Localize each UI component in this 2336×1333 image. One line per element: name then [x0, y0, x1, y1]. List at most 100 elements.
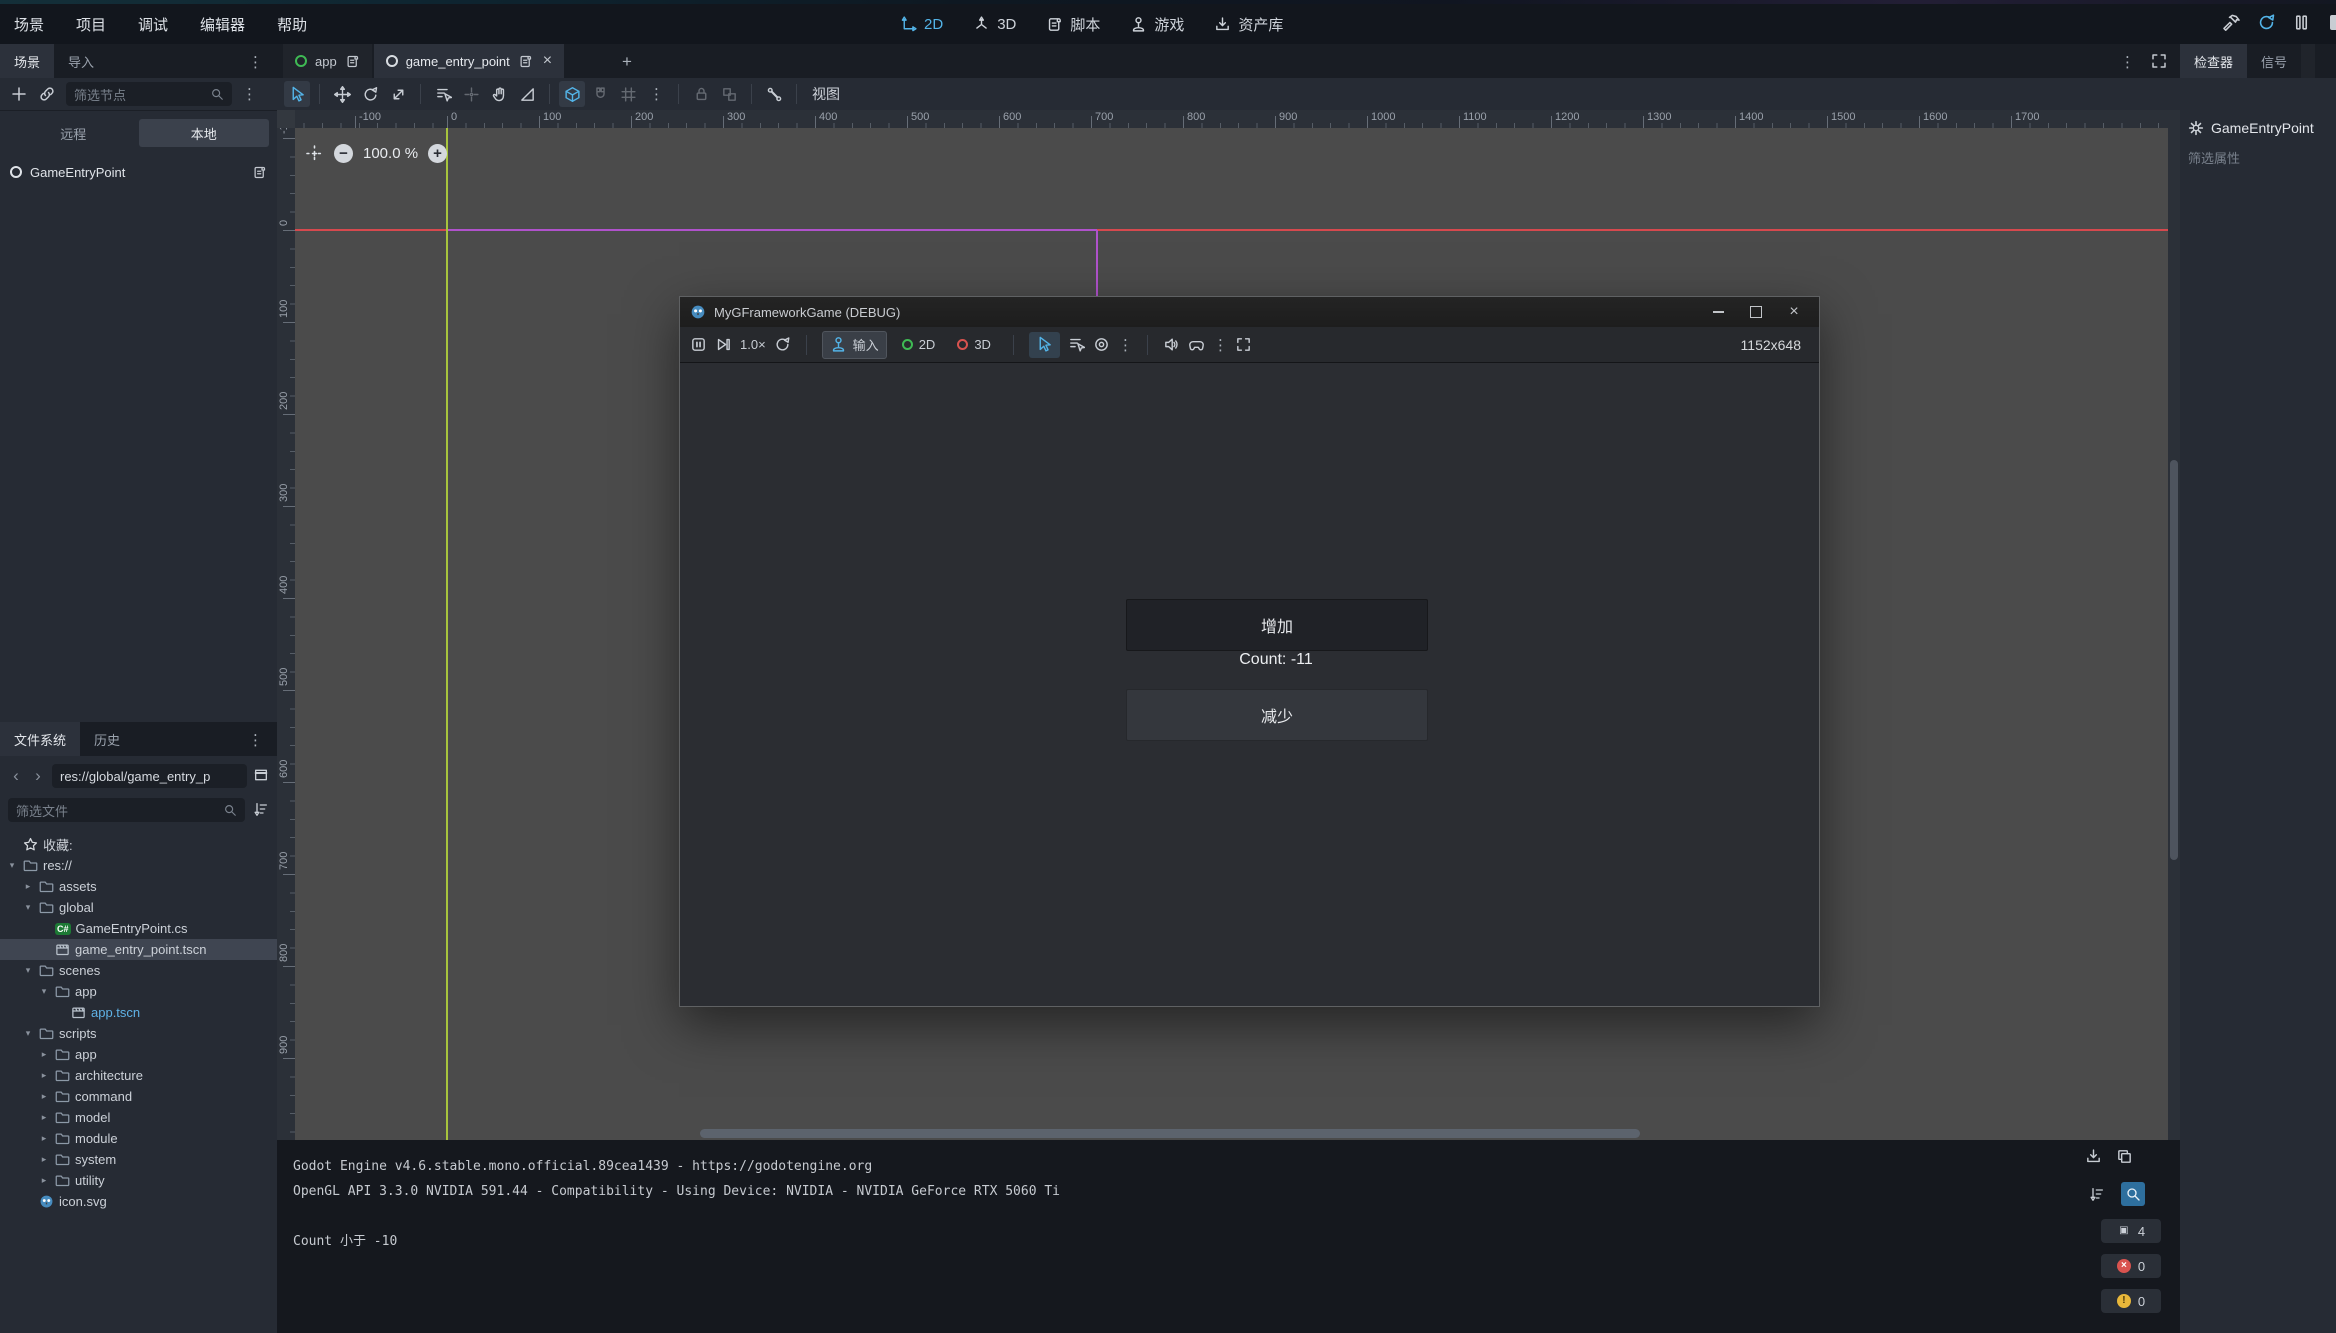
workspace-游戏[interactable]: 游戏 [1130, 14, 1184, 35]
file-tree-item[interactable]: ▾res:// [0, 855, 277, 876]
tree-right-arrow-icon[interactable]: ▸ [38, 1154, 50, 1165]
close-tab-icon[interactable]: × [543, 52, 552, 70]
input-mode-button[interactable]: 输入 [822, 331, 887, 359]
tool-hand-button[interactable] [486, 81, 512, 107]
badge-warnings[interactable]: !0 [2101, 1289, 2161, 1313]
game-speed-label[interactable]: 1.0× [740, 337, 766, 352]
workspace-脚本[interactable]: 脚本 [1046, 14, 1100, 35]
embed-fullscreen-icon[interactable] [1235, 336, 1252, 353]
file-tree-item[interactable]: ▸module [0, 1128, 277, 1149]
current-path-field[interactable]: res://global/game_entry_p [52, 764, 247, 788]
tool-rulertri-button[interactable] [514, 81, 540, 107]
local-button[interactable]: 本地 [139, 119, 270, 147]
run-pause-button[interactable] [2292, 13, 2311, 35]
tree-down-arrow-icon[interactable]: ▾ [38, 986, 50, 997]
scene-dock-tab-menu-icon[interactable]: ⋮ [248, 53, 262, 71]
inspected-node-row[interactable]: GameEntryPoint [2188, 116, 2336, 140]
run-reload-button[interactable] [2257, 13, 2276, 35]
clear-output-icon[interactable] [2085, 1148, 2102, 1165]
add-node-icon[interactable] [10, 85, 28, 103]
mode-3d-button[interactable]: 3D [950, 332, 998, 358]
zoom-out-button[interactable]: − [334, 144, 353, 163]
dock-tab-导入[interactable]: 导入 [54, 44, 108, 78]
menu-项目[interactable]: 项目 [76, 14, 106, 35]
instantiate-scene-icon[interactable] [38, 85, 56, 103]
inspector-tab-partial[interactable] [2301, 44, 2315, 78]
file-tree-item[interactable]: icon.svg [0, 1191, 277, 1212]
menu-编辑器[interactable]: 编辑器 [200, 14, 245, 35]
tool-cube-button[interactable] [559, 81, 585, 107]
nav-forward-icon[interactable]: › [30, 766, 46, 786]
file-tree-item[interactable]: ▾app [0, 981, 277, 1002]
tree-down-arrow-icon[interactable]: ▾ [22, 965, 34, 976]
new-scene-tab-button[interactable]: + [622, 52, 632, 72]
tool-magnet-button[interactable] [587, 81, 613, 107]
scene-tab-app[interactable]: app [283, 44, 372, 78]
collapse-output-icon[interactable] [2085, 1182, 2109, 1206]
list-select-icon[interactable] [1068, 336, 1085, 353]
workspace-3D[interactable]: 3D [973, 16, 1016, 33]
view-menu-button[interactable]: 视图 [806, 84, 846, 104]
distraction-free-icon[interactable] [2150, 52, 2168, 73]
file-tree-item[interactable]: ▸assets [0, 876, 277, 897]
camera-override-icon[interactable] [1093, 336, 1110, 353]
file-tree-item[interactable]: ▸system [0, 1149, 277, 1170]
tool-snapdot-button[interactable] [458, 81, 484, 107]
tool-grid-button[interactable] [615, 81, 641, 107]
remote-button[interactable]: 远程 [8, 119, 139, 147]
tree-down-arrow-icon[interactable]: ▾ [22, 1028, 34, 1039]
filter-files-input[interactable]: 筛选文件 [8, 798, 245, 822]
menu-调试[interactable]: 调试 [138, 14, 168, 35]
scene-tree-root-node[interactable]: GameEntryPoint [0, 159, 277, 185]
tree-right-arrow-icon[interactable]: ▸ [38, 1112, 50, 1123]
canvas-horizontal-scrollbar[interactable] [700, 1129, 1640, 1138]
stop-button-partial[interactable] [2330, 15, 2336, 30]
close-button[interactable]: × [1779, 301, 1809, 323]
file-tree-item[interactable]: 收藏: [0, 834, 277, 855]
file-tree-item[interactable]: C#GameEntryPoint.cs [0, 918, 277, 939]
filter-nodes-input[interactable]: 筛选节点 [66, 82, 232, 106]
tree-down-arrow-icon[interactable]: ▾ [22, 902, 34, 913]
tool-bone-button[interactable] [761, 81, 787, 107]
tool-cursor-button[interactable] [284, 81, 310, 107]
file-tree-item[interactable]: ▾scenes [0, 960, 277, 981]
scene-dock-menu-icon[interactable]: ⋮ [242, 85, 256, 103]
file-tree-item[interactable]: ▾global [0, 897, 277, 918]
workspace-2D[interactable]: 2D [900, 16, 943, 33]
select-mode-button[interactable] [1029, 332, 1060, 358]
mode-2d-button[interactable]: 2D [895, 332, 943, 358]
minimize-button[interactable] [1703, 301, 1733, 323]
dock-tab-场景[interactable]: 场景 [0, 44, 54, 78]
menu-帮助[interactable]: 帮助 [277, 14, 307, 35]
tree-right-arrow-icon[interactable]: ▸ [38, 1091, 50, 1102]
nav-back-icon[interactable]: ‹ [8, 766, 24, 786]
file-tree-item[interactable]: app.tscn [0, 1002, 277, 1023]
scene-tab-list-menu-icon[interactable]: ⋮ [2120, 53, 2134, 71]
suspend-icon[interactable] [690, 336, 707, 353]
more-options-icon[interactable]: ⋮ [1213, 336, 1227, 354]
tree-down-arrow-icon[interactable]: ▾ [6, 860, 18, 871]
badge-messages[interactable]: ▣4 [2101, 1219, 2161, 1243]
game-window-titlebar[interactable]: MyGFrameworkGame (DEBUG) × [680, 297, 1819, 327]
file-tree-item[interactable]: ▸architecture [0, 1065, 277, 1086]
tree-right-arrow-icon[interactable]: ▸ [22, 881, 34, 892]
fs-tab-历史[interactable]: 历史 [80, 722, 134, 756]
copy-output-icon[interactable] [2116, 1148, 2133, 1165]
tree-right-arrow-icon[interactable]: ▸ [38, 1070, 50, 1081]
file-tree-item[interactable]: ▸utility [0, 1170, 277, 1191]
file-tree-item[interactable]: ▸app [0, 1044, 277, 1065]
file-tree-item[interactable]: ▸command [0, 1086, 277, 1107]
zoom-in-button[interactable]: + [428, 144, 447, 163]
fs-tab-文件系统[interactable]: 文件系统 [0, 722, 80, 756]
decrease-button[interactable]: 减少 [1126, 689, 1428, 741]
scene-tab-game_entry_point[interactable]: game_entry_point× [374, 44, 564, 78]
filter-properties-input[interactable]: 筛选属性 [2188, 148, 2328, 167]
run-hammer-button[interactable] [2222, 13, 2241, 35]
sort-files-icon[interactable] [253, 801, 269, 820]
file-tree-item[interactable]: ▾scripts [0, 1023, 277, 1044]
debug-options-icon[interactable] [1188, 336, 1205, 353]
zoom-level[interactable]: 100.0 % [363, 145, 418, 162]
badge-errors[interactable]: ×0 [2101, 1254, 2161, 1278]
file-tree-item[interactable]: ▸model [0, 1107, 277, 1128]
tool-rotate-button[interactable] [357, 81, 383, 107]
